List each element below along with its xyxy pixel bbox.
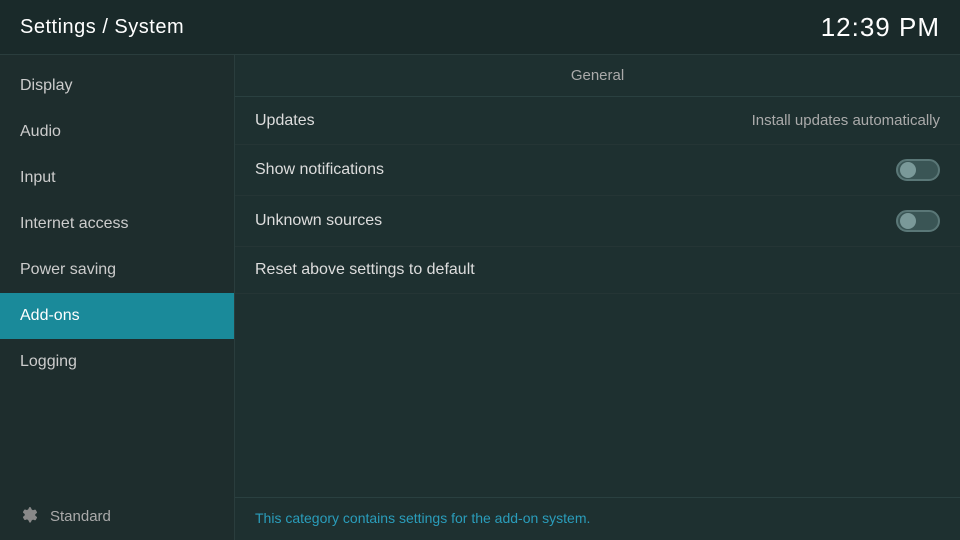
show-notifications-toggle[interactable] [896, 159, 940, 181]
sidebar-item-input[interactable]: Input [0, 155, 234, 201]
clock-display: 12:39 PM [821, 12, 940, 43]
sidebar-item-display[interactable]: Display [0, 63, 234, 109]
sidebar-footer: Standard [0, 492, 234, 540]
sidebar: Display Audio Input Internet access Powe… [0, 55, 235, 540]
page-title: Settings / System [20, 16, 184, 39]
gear-icon [20, 506, 40, 526]
sidebar-level-label: Standard [50, 508, 111, 525]
unknown-sources-label: Unknown sources [255, 212, 382, 230]
updates-label: Updates [255, 112, 315, 130]
content-panel: General Updates Install updates automati… [235, 55, 960, 540]
content-body: General Updates Install updates automati… [235, 55, 960, 497]
toggle-knob [900, 162, 916, 178]
setting-row-unknown-sources[interactable]: Unknown sources [235, 196, 960, 247]
setting-row-show-notifications[interactable]: Show notifications [235, 145, 960, 196]
sidebar-item-power-saving[interactable]: Power saving [0, 247, 234, 293]
sidebar-item-logging[interactable]: Logging [0, 339, 234, 385]
sidebar-item-add-ons[interactable]: Add-ons [0, 293, 234, 339]
sidebar-item-internet-access[interactable]: Internet access [0, 201, 234, 247]
toggle-knob-2 [900, 213, 916, 229]
setting-row-reset[interactable]: Reset above settings to default [235, 247, 960, 294]
unknown-sources-toggle[interactable] [896, 210, 940, 232]
setting-row-updates[interactable]: Updates Install updates automatically [235, 97, 960, 145]
show-notifications-label: Show notifications [255, 161, 384, 179]
content-footer: This category contains settings for the … [235, 497, 960, 540]
updates-value: Install updates automatically [752, 112, 940, 129]
section-header: General [235, 55, 960, 97]
reset-label[interactable]: Reset above settings to default [255, 261, 475, 278]
sidebar-item-audio[interactable]: Audio [0, 109, 234, 155]
footer-description: This category contains settings for the … [255, 510, 590, 526]
